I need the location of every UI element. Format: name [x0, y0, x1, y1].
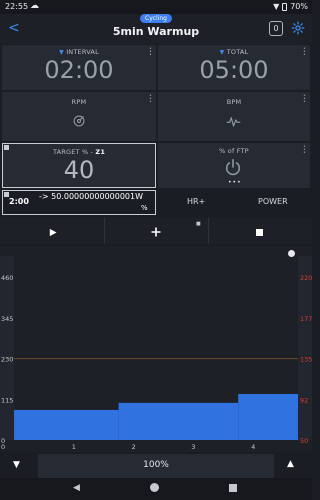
interval-label: INTERVAL: [66, 48, 99, 56]
ftp-menu-icon[interactable]: • • •: [303, 145, 306, 156]
chart-position-dot[interactable]: [288, 250, 295, 257]
left-tick-label: 345: [1, 315, 13, 323]
total-menu-icon[interactable]: • • •: [303, 47, 306, 58]
power-mode-button[interactable]: POWER: [258, 197, 288, 206]
x-tick-label: 1: [72, 443, 76, 451]
battery-percent: 70%: [290, 2, 308, 11]
sport-badge: Cycling: [140, 14, 172, 23]
total-label: TOTAL: [226, 48, 249, 56]
tile-rpm[interactable]: RPM • • •: [2, 92, 156, 141]
target-label: TARGET % -: [52, 148, 94, 156]
left-tick-label: 460: [1, 274, 13, 282]
rpm-label: RPM: [71, 98, 87, 106]
left-tick-label: 230: [1, 356, 13, 364]
zoom-level: 100%: [143, 460, 169, 470]
loading-dots: •••: [228, 179, 242, 186]
step-box[interactable]: 2:00 -> 50.00000000000001W %: [2, 190, 156, 215]
tile-interval[interactable]: ▼ INTERVAL 02:00 • • •: [2, 45, 156, 90]
step-duration: 2:00: [9, 197, 29, 206]
bpm-menu-icon[interactable]: • • •: [303, 94, 306, 105]
status-right: ▼ 70%: [273, 2, 308, 11]
right-tick-label: 220: [300, 274, 312, 282]
zoom-bar: ▼ 100% ▲: [0, 454, 312, 478]
tile-bpm[interactable]: BPM • • •: [158, 92, 310, 141]
rpm-menu-icon[interactable]: • • •: [149, 94, 152, 105]
right-tick-label: 177: [300, 315, 312, 323]
right-axis-band: [298, 256, 312, 440]
interval-triangle-icon: ▼: [59, 49, 64, 56]
x-tick-label: 4: [251, 443, 255, 451]
gear-icon[interactable]: [291, 21, 305, 35]
bpm-label: BPM: [226, 98, 242, 106]
total-triangle-icon: ▼: [219, 49, 225, 56]
hr-mode-button[interactable]: HR+: [187, 197, 205, 206]
nav-back-icon[interactable]: ◀: [73, 483, 80, 493]
right-tick-label: 135: [300, 356, 312, 364]
tile-ftp[interactable]: % of FTP ••• • • •: [158, 143, 310, 188]
control-divider-2: [208, 218, 209, 244]
tile-target[interactable]: TARGET % - Z1 40: [2, 143, 156, 188]
chart-svg: 460 220345 177230 135115 920 500 1 2 3 4: [0, 256, 312, 451]
plus-icon[interactable]: [151, 227, 161, 237]
status-time: 22:55: [5, 2, 29, 11]
workout-title: 5min Warmup: [112, 25, 200, 38]
chevron-up-icon[interactable]: ▲: [287, 459, 294, 469]
system-nav-bar: ◀: [0, 478, 312, 500]
wifi-icon: ▼: [273, 2, 280, 11]
step-unit: %: [141, 204, 148, 212]
total-value: 05:00: [199, 56, 269, 84]
target-value: 40: [63, 156, 95, 184]
control-divider-1: [104, 218, 105, 244]
controls-row: ■: [0, 218, 312, 244]
cloud-icon: ☁: [30, 1, 39, 11]
interval-value: 02:00: [44, 56, 114, 84]
play-icon[interactable]: [49, 228, 57, 237]
battery-icon: [282, 2, 288, 11]
right-tick-label: 50: [300, 437, 308, 445]
lock-icon: ■: [196, 221, 201, 227]
tile-total[interactable]: ▼ TOTAL 05:00 • • •: [158, 45, 310, 90]
workout-segment-bar: [238, 394, 298, 440]
target-zone: Z1: [95, 148, 106, 156]
app-header: < Cycling 5min Warmup 0: [0, 14, 312, 44]
workout-segment-bar: [14, 409, 119, 440]
x-tick-label: 3: [191, 443, 195, 451]
step-target: -> 50.00000000000001W: [39, 192, 144, 201]
cadence-icon: [73, 115, 85, 127]
workout-chart: 460 220 345 177 230 135 115 92 0 50 0 1 2 3 4: [0, 246, 312, 452]
left-axis-band: [0, 256, 14, 440]
heartrate-pulse-icon: [226, 117, 241, 127]
workout-segment-bar: [118, 402, 239, 440]
lap-counter[interactable]: 0: [269, 21, 283, 36]
nav-home-icon[interactable]: [150, 483, 159, 492]
power-icon: [225, 158, 241, 176]
nav-recents-icon[interactable]: [229, 484, 237, 492]
x-tick-label: 0: [1, 443, 5, 451]
right-tick-label: 92: [300, 396, 308, 404]
left-tick-label: 115: [1, 396, 13, 404]
ftp-label: % of FTP: [219, 147, 249, 155]
x-tick-label: 2: [132, 443, 136, 451]
status-bar: 22:55 ☁ ▼ 70%: [0, 0, 312, 14]
stop-icon[interactable]: [256, 229, 263, 236]
interval-menu-icon[interactable]: • • •: [149, 47, 152, 58]
